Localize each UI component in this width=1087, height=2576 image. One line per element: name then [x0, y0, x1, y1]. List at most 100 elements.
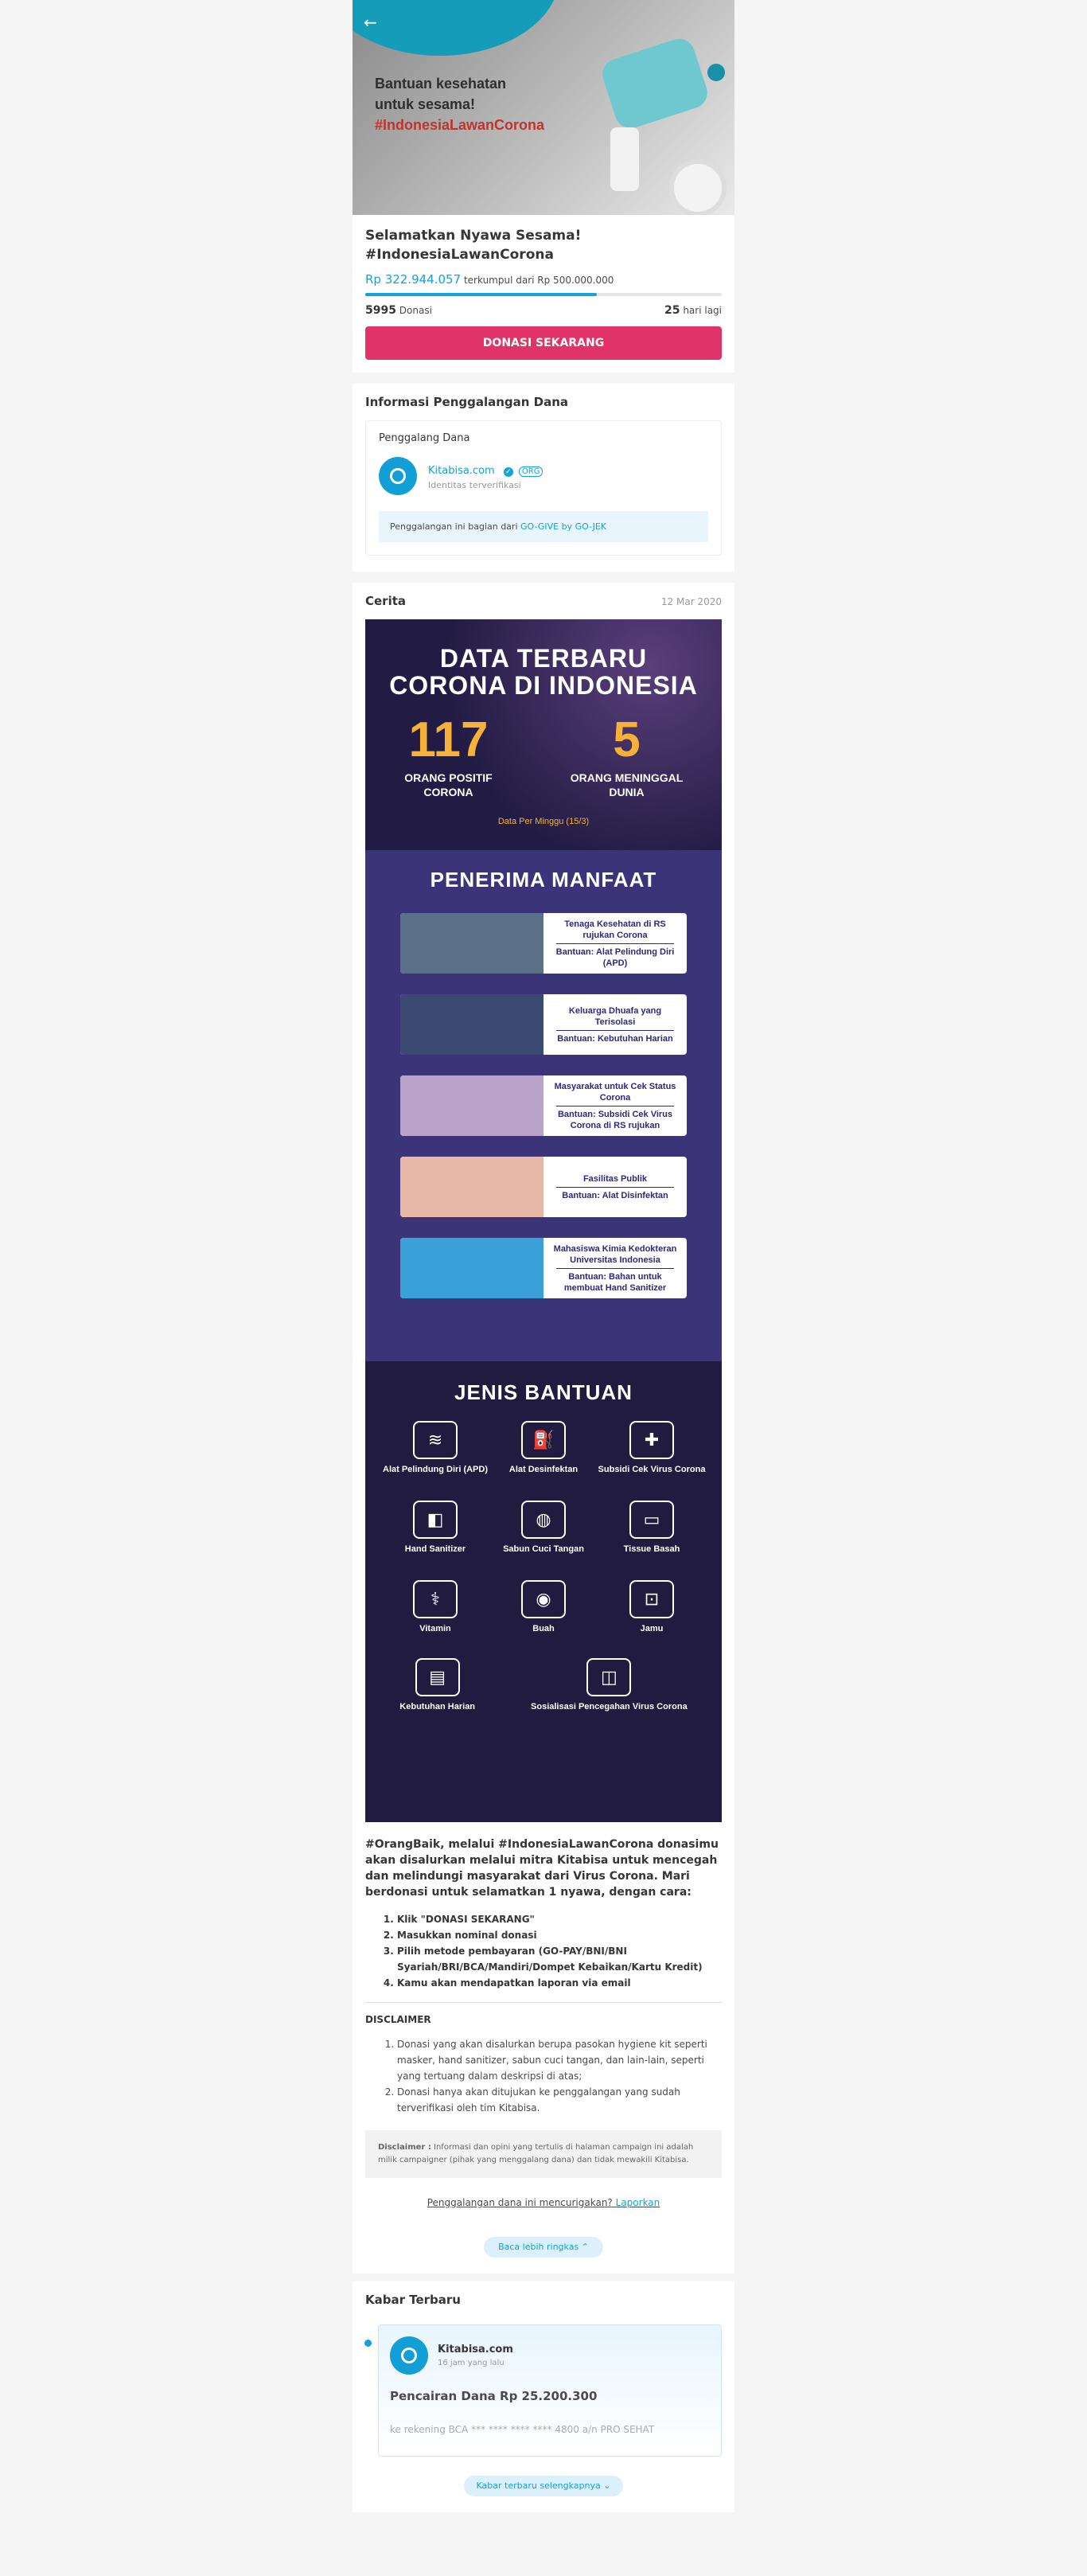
- donate-now-button[interactable]: DONASI SEKARANG: [365, 326, 722, 360]
- fundraiser-org[interactable]: Kitabisa.com ✓ ORG Identitas terverifika…: [379, 457, 708, 495]
- story-date: 12 Mar 2020: [660, 596, 722, 607]
- beneficiary-aid: Bantuan: Alat Pelindung Diri (APD): [555, 946, 675, 968]
- positive-stat: 117 ORANG POSITIF CORONA: [389, 715, 508, 799]
- aid-type-item: ⛽ Alat Desinfektan: [489, 1421, 598, 1486]
- story-description: #OrangBaik, melalui #IndonesiaLawanCoron…: [365, 1838, 719, 1899]
- disclaimer-box-label: Disclaimer :: [378, 2143, 431, 2152]
- news-time: 16 jam yang lalu: [438, 2359, 505, 2367]
- progress-fill: [365, 293, 598, 296]
- aid-type-item: ◫ Sosialisasi Pencegahan Virus Corona: [531, 1658, 688, 1723]
- aid-type-item: ◍ Sabun Cuci Tangan: [489, 1501, 598, 1566]
- report-question: Penggalangan dana ini mencurigakan?: [427, 2197, 613, 2208]
- report-line: Penggalangan dana ini mencurigakan? Lapo…: [365, 2197, 722, 2208]
- virus-illustration: [707, 64, 725, 81]
- fundraiser-label: Penggalang Dana: [379, 432, 470, 444]
- target-text: terkumpul dari Rp 500.000.000: [463, 275, 614, 286]
- beneficiary-photo: [400, 1075, 544, 1136]
- more-news-button[interactable]: Kabar terbaru selengkapnya ⌄: [464, 2476, 623, 2496]
- partner-note-text: Penggalangan ini bagian dari: [390, 521, 520, 532]
- disclaimer-item: Donasi yang akan disalurkan berupa pasok…: [397, 2036, 722, 2084]
- beneficiary-who: Keluarga Dhuafa yang Terisolasi: [568, 1005, 662, 1027]
- fundraising-info-section: Informasi Penggalangan Dana Penggalang D…: [353, 384, 734, 572]
- beneficiary-photo: [400, 1157, 544, 1217]
- donation-step: Masukkan nominal donasi: [397, 1927, 722, 1943]
- beneficiary-who: Masyarakat untuk Cek Status Corona: [554, 1081, 676, 1103]
- aid-type-label: Sosialisasi Pencegahan Virus Corona: [531, 1702, 688, 1711]
- beneficiary-who: Fasilitas Publik: [582, 1173, 648, 1184]
- tissue-roll-illustration: [669, 159, 727, 215]
- beneficiary-photo: [400, 1238, 544, 1298]
- tissue-icon: ▭: [629, 1501, 674, 1539]
- amount-row: Rp 322.944.057 terkumpul dari Rp 500.000…: [365, 272, 722, 287]
- fruit-icon: ◉: [521, 1580, 566, 1618]
- news-update-text: ke rekening BCA *** **** **** **** 4800 …: [390, 2424, 655, 2435]
- news-update-title: Pencairan Dana Rp 25.200.300: [390, 2389, 598, 2403]
- days-label: hari lagi: [683, 305, 722, 316]
- beneficiary-aid: Bantuan: Alat Disinfektan: [562, 1190, 668, 1200]
- disclaimer-box: Disclaimer : Informasi dan opini yang te…: [365, 2130, 722, 2178]
- news-card[interactable]: Kitabisa.com 16 jam yang lalu Pencairan …: [364, 2324, 722, 2457]
- donation-step: Klik "DONASI SEKARANG": [397, 1911, 722, 1927]
- beneficiaries-title: PENERIMA MANFAAT: [430, 868, 657, 892]
- infographic-title: DATA TERBARU CORONA DI INDONESIA: [365, 619, 722, 699]
- disclaimer-list: Donasi yang akan disalurkan berupa pasok…: [365, 2036, 722, 2116]
- campaign-title: Selamatkan Nyawa Sesama! #IndonesiaLawan…: [365, 228, 582, 263]
- latest-news-section: Kabar Terbaru Kitabisa.com 16 jam yang l…: [353, 2281, 734, 2512]
- clipboard-icon: ✚: [629, 1421, 674, 1459]
- hero-line-1: Bantuan kesehatan: [375, 76, 507, 92]
- hero-decoration: [353, 0, 559, 56]
- hero-hashtag: #IndonesiaLawanCorona: [375, 117, 545, 133]
- sanitizer-icon: ◧: [413, 1501, 458, 1539]
- aid-type-item: ⚕ Vitamin: [381, 1580, 489, 1645]
- donor-number: 5995: [365, 304, 396, 317]
- infographic-title-2: CORONA DI INDONESIA: [389, 671, 698, 700]
- collapse-story-button[interactable]: Baca lebih ringkas ⌃: [484, 2237, 603, 2258]
- aid-type-label: Jamu: [640, 1624, 664, 1633]
- positive-label: ORANG POSITIF CORONA: [404, 771, 493, 798]
- aid-type-label: Subsidi Cek Virus Corona: [598, 1465, 706, 1474]
- aid-type-label: Hand Sanitizer: [404, 1544, 466, 1554]
- campaign-stats: 5995 Donasi 25 hari lagi: [365, 304, 722, 317]
- collected-amount: Rp 322.944.057: [365, 272, 462, 287]
- aid-type-item: ▭ Tissue Basah: [598, 1501, 706, 1566]
- meeting-icon: ◫: [586, 1658, 632, 1696]
- news-org-name: Kitabisa.com: [438, 2344, 513, 2355]
- infographic-footnote: Data Per Minggu (15/3): [497, 817, 590, 826]
- org-name[interactable]: Kitabisa.com: [428, 465, 495, 477]
- donor-label: Donasi: [399, 305, 432, 316]
- aid-type-item: ⊡ Jamu: [598, 1580, 706, 1645]
- org-avatar: [379, 457, 417, 495]
- donation-step: Kamu akan mendapatkan laporan via email: [397, 1975, 722, 1991]
- groceries-icon: ▤: [415, 1658, 460, 1696]
- sprayer-icon: ⛽: [521, 1421, 566, 1459]
- chevron-up-icon: ⌃: [581, 2242, 589, 2252]
- back-arrow-icon[interactable]: ←: [364, 13, 377, 32]
- beneficiary-who: Mahasiswa Kimia Kedokteran Universitas I…: [553, 1243, 677, 1265]
- aid-type-item: ◧ Hand Sanitizer: [381, 1501, 489, 1566]
- hero-caption: Bantuan kesehatan untuk sesama! #Indones…: [375, 73, 544, 135]
- news-org-avatar: [390, 2336, 428, 2375]
- hero-line-2: untuk sesama!: [375, 96, 476, 112]
- partner-link[interactable]: GO-GIVE by GO-JEK: [520, 521, 606, 532]
- jar-icon: ⊡: [629, 1580, 674, 1618]
- disclaimer-item: Donasi hanya akan ditujukan ke penggalan…: [397, 2084, 722, 2116]
- beneficiary-aid: Bantuan: Subsidi Cek Virus Corona di RS …: [557, 1109, 673, 1130]
- report-link[interactable]: Laporkan: [616, 2197, 660, 2208]
- sanitizer-illustration: [610, 127, 639, 191]
- section-title: Informasi Penggalangan Dana: [365, 395, 569, 409]
- vitamin-icon: ⚕: [413, 1580, 458, 1618]
- death-stat: 5 ORANG MENINGGAL DUNIA: [555, 715, 699, 799]
- fundraiser-box: Penggalang Dana Kitabisa.com ✓ ORG Ident…: [365, 420, 722, 556]
- timeline-dot: [364, 2340, 372, 2347]
- aid-types-panel: JENIS BANTUAN ≋ Alat Pelindung Diri (APD)…: [365, 1361, 722, 1822]
- donation-steps: Klik "DONASI SEKARANG"Masukkan nominal d…: [365, 1911, 722, 1991]
- aid-type-label: Buah: [532, 1624, 555, 1633]
- org-badge: ORG: [518, 466, 544, 477]
- death-label: ORANG MENINGGAL DUNIA: [570, 771, 684, 798]
- aid-type-label: Tissue Basah: [623, 1544, 680, 1554]
- beneficiary-card: Tenaga Kesehatan di RS rujukan Corona Ban…: [400, 913, 687, 974]
- aid-type-label: Sabun Cuci Tangan: [503, 1544, 584, 1554]
- partner-note: Penggalangan ini bagian dari GO-GIVE by …: [379, 511, 708, 542]
- donation-step: Pilih metode pembayaran (GO-PAY/BNI/BNI …: [397, 1943, 722, 1975]
- beneficiary-card: Keluarga Dhuafa yang Terisolasi Bantuan: …: [400, 994, 687, 1055]
